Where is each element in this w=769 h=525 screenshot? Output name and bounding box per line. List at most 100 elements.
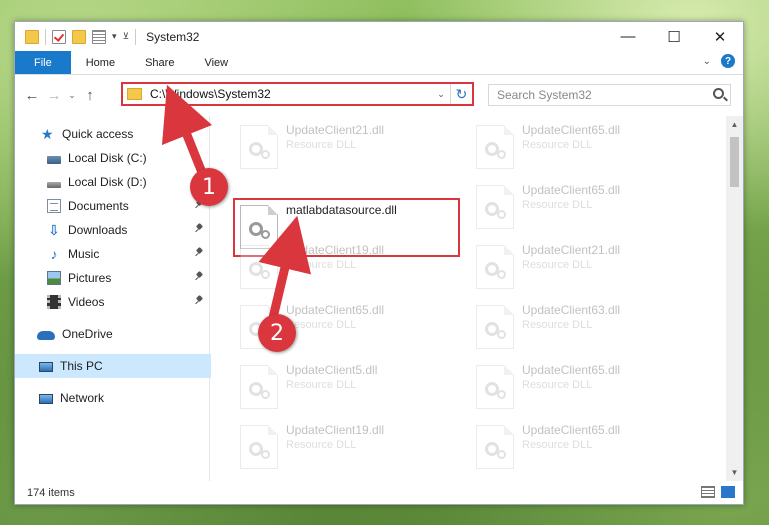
- folder-icon: [25, 29, 39, 44]
- recent-locations-icon[interactable]: ⌄: [65, 90, 79, 101]
- sidebar-item-this-pc[interactable]: This PC: [15, 354, 211, 378]
- properties-icon[interactable]: [52, 29, 66, 44]
- refresh-icon[interactable]: ↻: [450, 84, 472, 104]
- back-arrow-icon[interactable]: ←: [21, 87, 43, 104]
- forward-arrow-icon[interactable]: →: [43, 87, 65, 104]
- up-arrow-icon[interactable]: ↑: [79, 87, 101, 104]
- file-type: Resource DLL: [286, 319, 357, 331]
- sidebar-item-documents[interactable]: Documents: [15, 194, 209, 218]
- tab-view[interactable]: View: [189, 51, 243, 74]
- maximize-button[interactable]: ☐: [651, 22, 697, 51]
- tab-home[interactable]: Home: [71, 51, 130, 74]
- vertical-scrollbar[interactable]: ▲ ▼: [726, 116, 743, 481]
- sidebar-item-label: Network: [60, 391, 105, 405]
- chevron-down-icon[interactable]: ▾: [112, 31, 117, 42]
- sidebar-item-label: Music: [68, 247, 100, 261]
- minimize-button[interactable]: —: [605, 22, 651, 51]
- music-icon: ♪: [50, 246, 58, 262]
- scroll-up-icon[interactable]: ▲: [726, 116, 743, 133]
- navigation-bar: ← → ⌄ ↑ C:\Windows\System32 ⌄ ↻ Search S…: [15, 75, 743, 115]
- address-path[interactable]: C:\Windows\System32: [150, 87, 432, 101]
- pin-icon[interactable]: [195, 296, 203, 306]
- cloud-icon: [37, 331, 55, 340]
- file-name: UpdateClient65.dll: [522, 423, 621, 437]
- sidebar-item-network[interactable]: Network: [15, 386, 209, 410]
- pin-icon[interactable]: [195, 224, 203, 234]
- file-type: Resource DLL: [286, 259, 357, 271]
- sidebar-item-label: OneDrive: [62, 327, 113, 341]
- download-icon: ⇩: [48, 222, 60, 238]
- file-name: UpdateClient21.dll: [522, 243, 621, 257]
- dll-file-icon: [240, 425, 278, 469]
- dll-file-icon: [476, 425, 514, 469]
- ribbon-tabs: File Home Share View ⌄ ?: [15, 51, 743, 75]
- window-title: System32: [146, 29, 200, 44]
- search-input[interactable]: Search System32: [488, 84, 731, 106]
- quick-access-toolbar: ▾ ⊻: [15, 28, 137, 45]
- file-explorer-window: ▾ ⊻ System32 — ☐ ✕ File Home Share View …: [14, 21, 744, 505]
- file-name: UpdateClient65.dll: [522, 363, 621, 377]
- file-type: Resource DLL: [286, 439, 357, 451]
- file-item[interactable]: UpdateClient63.dll Resource DLL: [472, 298, 694, 356]
- sidebar-item-videos[interactable]: Videos: [15, 290, 209, 314]
- file-list: UpdateClient21.dll Resource DLL UpdateCli…: [210, 116, 743, 481]
- dll-file-icon: [476, 125, 514, 169]
- file-name: UpdateClient65.dll: [522, 123, 621, 137]
- file-item[interactable]: UpdateClient65.dll Resource DLL: [472, 118, 694, 176]
- sidebar-item-label: Local Disk (D:): [68, 175, 147, 189]
- file-item[interactable]: UpdateClient19.dll Resource DLL: [236, 238, 458, 296]
- sidebar-item-music[interactable]: ♪ Music: [15, 242, 209, 266]
- address-bar[interactable]: C:\Windows\System32 ⌄ ↻: [121, 82, 474, 106]
- navigation-pane: ★ Quick access Local Disk (C:) Local Dis…: [15, 116, 211, 481]
- sidebar-item-local-disk-c[interactable]: Local Disk (C:): [15, 146, 209, 170]
- drive-icon: [47, 155, 61, 164]
- new-folder-icon[interactable]: [72, 29, 86, 44]
- scroll-down-icon[interactable]: ▼: [726, 464, 743, 481]
- close-button[interactable]: ✕: [697, 22, 743, 51]
- file-name: UpdateClient5.dll: [286, 363, 378, 377]
- sidebar-item-downloads[interactable]: ⇩ Downloads: [15, 218, 209, 242]
- divider: [135, 28, 137, 45]
- scroll-thumb[interactable]: [730, 137, 739, 187]
- step-2-badge: 2: [258, 314, 296, 352]
- file-item[interactable]: UpdateClient19.dll Resource DLL: [236, 418, 458, 476]
- sidebar-item-pictures[interactable]: Pictures: [15, 266, 209, 290]
- file-type: Resource DLL: [522, 139, 593, 151]
- videos-icon: [47, 295, 61, 309]
- file-item[interactable]: UpdateClient21.dll Resource DLL: [472, 238, 694, 296]
- help-icon[interactable]: ?: [721, 54, 735, 68]
- pictures-icon: [47, 271, 61, 285]
- file-item[interactable]: UpdateClient65.dll Resource DLL: [472, 418, 694, 476]
- sidebar-item-quick-access[interactable]: ★ Quick access: [15, 122, 209, 146]
- file-item[interactable]: UpdateClient65.dll Resource DLL: [472, 178, 694, 236]
- window-controls: — ☐ ✕: [605, 22, 743, 51]
- dll-file-icon: [240, 125, 278, 169]
- tab-file[interactable]: File: [15, 51, 71, 74]
- rename-icon[interactable]: [92, 29, 106, 44]
- dll-file-icon: [476, 365, 514, 409]
- pin-icon[interactable]: [195, 248, 203, 258]
- details-view-icon[interactable]: [701, 486, 715, 498]
- sidebar-item-label: Pictures: [68, 271, 112, 285]
- file-type: Resource DLL: [522, 379, 593, 391]
- file-name: UpdateClient65.dll: [286, 303, 385, 317]
- item-count: 174 items: [27, 486, 75, 499]
- file-item[interactable]: UpdateClient21.dll Resource DLL: [236, 118, 458, 176]
- large-icons-view-icon[interactable]: [721, 486, 735, 498]
- file-item[interactable]: UpdateClient65.dll Resource DLL: [472, 358, 694, 416]
- sidebar-item-label: This PC: [60, 359, 103, 373]
- status-bar: 174 items: [15, 481, 743, 504]
- pin-icon[interactable]: [195, 272, 203, 282]
- sidebar-item-onedrive[interactable]: OneDrive: [15, 322, 209, 346]
- customize-toolbar-icon[interactable]: ⊻: [123, 31, 130, 42]
- file-type: Resource DLL: [286, 139, 357, 151]
- file-item[interactable]: UpdateClient5.dll Resource DLL: [236, 358, 458, 416]
- expand-ribbon-icon[interactable]: ⌄: [703, 56, 711, 67]
- file-type: Resource DLL: [522, 199, 593, 211]
- tab-share[interactable]: Share: [130, 51, 189, 74]
- search-icon[interactable]: [713, 88, 724, 99]
- chevron-down-icon[interactable]: ⌄: [432, 89, 450, 100]
- computer-icon: [39, 361, 53, 372]
- sidebar-item-local-disk-d[interactable]: Local Disk (D:): [15, 170, 209, 194]
- divider: [45, 28, 46, 45]
